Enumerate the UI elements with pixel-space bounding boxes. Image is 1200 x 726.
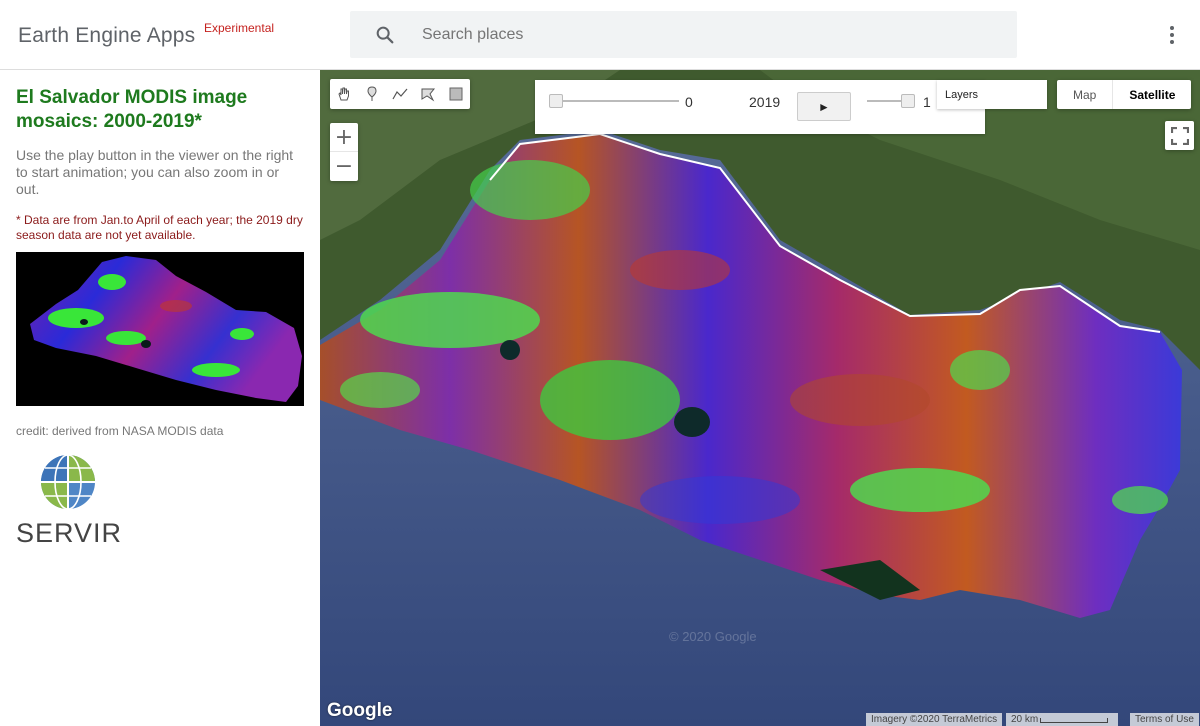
imagery-attribution: Imagery ©2020 TerraMetrics: [866, 713, 1003, 726]
frame-slider-value: 0: [685, 94, 693, 110]
year-label: 2019: [749, 94, 781, 110]
rectangle-icon[interactable]: [442, 79, 470, 109]
map-imagery[interactable]: [320, 70, 1200, 726]
side-panel: El Salvador MODIS image mosaics: 2000-20…: [0, 70, 320, 726]
fullscreen-icon[interactable]: [1165, 121, 1194, 150]
zoom-out-button[interactable]: −: [330, 152, 358, 181]
servir-logo: SERVIR: [16, 452, 126, 548]
panel-description: Use the play button in the viewer on the…: [16, 147, 294, 197]
google-logo[interactable]: Google: [327, 700, 392, 722]
mosaic-thumbnail: [16, 252, 304, 406]
data-note: * Data are from Jan.to April of each yea…: [16, 213, 303, 242]
scale-bar: [1040, 718, 1108, 723]
opacity-value: 1: [923, 94, 931, 110]
map-view[interactable]: + − 0 2019 ► 1 Layers Map Satellite © 20…: [320, 70, 1200, 726]
hand-icon[interactable]: [330, 79, 358, 109]
experimental-badge: Experimental: [204, 21, 275, 35]
animation-panel: 0 2019 ► 1: [535, 80, 985, 134]
drawing-tools: [330, 79, 470, 109]
map-type-map[interactable]: Map: [1057, 80, 1112, 109]
play-button[interactable]: ►: [797, 92, 851, 121]
app-title[interactable]: Earth Engine Apps: [18, 24, 195, 48]
polygon-icon[interactable]: [414, 79, 442, 109]
terms-link[interactable]: Terms of Use: [1130, 713, 1199, 726]
servir-logo-text: SERVIR: [16, 518, 123, 548]
frame-slider-thumb[interactable]: [549, 94, 563, 108]
map-watermark: © 2020 Google: [669, 629, 757, 644]
panel-title: El Salvador MODIS image mosaics: 2000-20…: [16, 87, 248, 132]
frame-slider-track[interactable]: [555, 100, 679, 102]
map-type-control: Map Satellite: [1057, 80, 1192, 109]
zoom-controls: + −: [330, 123, 358, 181]
opacity-slider-thumb[interactable]: [901, 94, 915, 108]
credit-text: credit: derived from NASA MODIS data: [16, 424, 224, 438]
polyline-icon[interactable]: [386, 79, 414, 109]
marker-icon[interactable]: [358, 79, 386, 109]
app-header: Earth Engine Apps Experimental: [0, 0, 1200, 70]
zoom-in-button[interactable]: +: [330, 123, 358, 152]
layers-button[interactable]: Layers: [937, 80, 1047, 109]
map-type-satellite[interactable]: Satellite: [1112, 80, 1191, 109]
search-icon[interactable]: [374, 24, 396, 46]
more-vert-icon[interactable]: [1162, 24, 1182, 46]
search-box[interactable]: [350, 11, 1017, 58]
search-input[interactable]: [422, 11, 1002, 58]
